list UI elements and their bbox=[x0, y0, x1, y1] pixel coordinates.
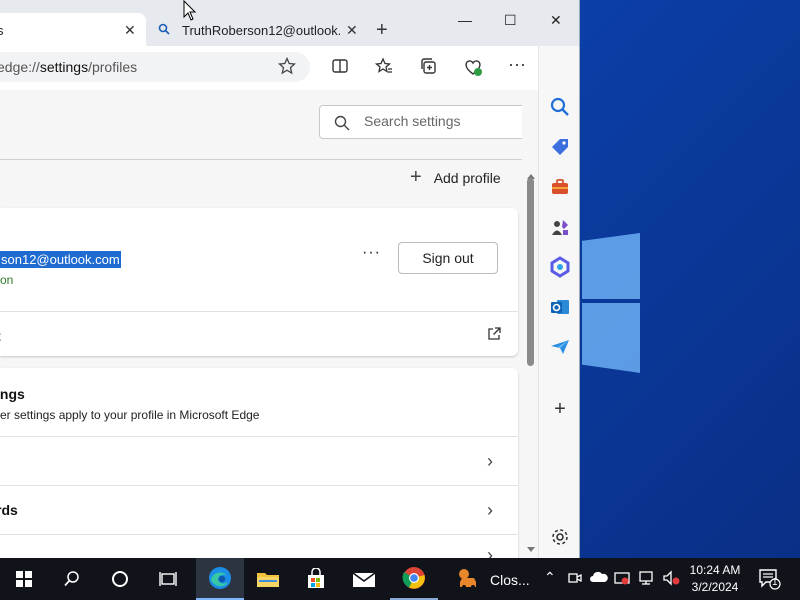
url-path: /profiles bbox=[88, 59, 138, 75]
page-scrollbar[interactable] bbox=[522, 90, 538, 558]
add-profile-label: Add profile bbox=[433, 169, 501, 186]
close-window-button[interactable]: ✕ bbox=[550, 12, 562, 29]
network-icon[interactable] bbox=[638, 570, 654, 586]
split-screen-icon[interactable] bbox=[331, 57, 349, 75]
tools-icon[interactable] bbox=[549, 176, 571, 198]
cortana-button[interactable] bbox=[96, 558, 144, 600]
mail-icon bbox=[352, 572, 376, 587]
plus-icon: + bbox=[410, 166, 422, 188]
search-icon[interactable] bbox=[549, 96, 571, 118]
windows-logo bbox=[582, 225, 642, 375]
favorite-star-icon[interactable] bbox=[278, 57, 296, 75]
scroll-down-arrow[interactable] bbox=[527, 547, 535, 552]
profile-settings-subtitle: er settings apply to your profile in Mic… bbox=[0, 408, 260, 422]
onedrive-icon[interactable] bbox=[590, 570, 608, 584]
new-tab-button[interactable]: + bbox=[376, 19, 388, 42]
add-sidebar-app-icon[interactable]: + bbox=[549, 398, 571, 420]
manage-account-link[interactable]: t bbox=[0, 328, 1, 344]
taskbar-store-button[interactable] bbox=[292, 558, 340, 600]
scroll-thumb[interactable] bbox=[527, 178, 534, 366]
search-icon bbox=[64, 571, 79, 587]
search-icon bbox=[158, 23, 170, 35]
tab-label: TruthRoberson12@outlook.com bbox=[182, 23, 340, 38]
store-icon bbox=[308, 568, 324, 588]
profile-settings-card: ings er settings apply to your profile i… bbox=[0, 368, 518, 558]
taskbar-search-button[interactable] bbox=[48, 558, 96, 600]
collections-icon[interactable] bbox=[419, 57, 437, 75]
url-host: settings bbox=[39, 59, 89, 75]
windows-start-icon bbox=[16, 571, 32, 587]
clock-time: 10:24 AM bbox=[689, 563, 741, 577]
volume-muted-icon[interactable] bbox=[662, 570, 680, 586]
search-input[interactable] bbox=[364, 113, 514, 129]
taskbar-app-label[interactable]: Clos... bbox=[490, 572, 530, 588]
notification-count: 1 bbox=[772, 577, 778, 588]
sign-out-button[interactable]: Sign out bbox=[398, 242, 498, 274]
taskbar-mail-button[interactable] bbox=[340, 558, 388, 600]
settings-row[interactable]: › bbox=[0, 534, 518, 558]
task-view-button[interactable] bbox=[144, 558, 192, 600]
settings-row-passwords[interactable]: rds › bbox=[0, 485, 518, 534]
maximize-button[interactable]: ☐ bbox=[504, 12, 517, 29]
cortana-icon bbox=[112, 571, 128, 587]
games-icon[interactable] bbox=[549, 216, 571, 238]
search-icon bbox=[334, 115, 350, 131]
chevron-right-icon: › bbox=[487, 500, 493, 520]
address-url: edge://settings/profiles bbox=[0, 59, 137, 75]
taskbar-chrome-button[interactable] bbox=[390, 558, 438, 600]
taskbar-file-explorer-button[interactable] bbox=[244, 558, 292, 600]
folder-icon bbox=[257, 573, 279, 587]
edge-icon bbox=[209, 567, 231, 589]
tab-close-icon[interactable]: ✕ bbox=[124, 22, 136, 39]
car-warning-icon bbox=[459, 569, 476, 589]
edge-browser-window: s ✕ TruthRoberson12@outlook.com ✕ + — ☐ … bbox=[0, 0, 580, 558]
tab-label: s bbox=[0, 23, 4, 38]
taskbar-edge-button[interactable] bbox=[196, 558, 244, 600]
divider bbox=[0, 311, 518, 312]
chevron-right-icon: › bbox=[487, 451, 493, 471]
tab-bar: s ✕ TruthRoberson12@outlook.com ✕ + — ☐ … bbox=[0, 0, 579, 47]
profile-more-options-button[interactable]: ··· bbox=[362, 244, 381, 262]
settings-more-icon[interactable]: ··· bbox=[508, 54, 526, 75]
chevron-up-icon[interactable]: ⌃ bbox=[544, 569, 556, 586]
external-link-icon[interactable] bbox=[486, 326, 502, 342]
notification-center-button[interactable]: 1 bbox=[758, 568, 782, 595]
settings-header bbox=[0, 90, 538, 160]
task-view-icon bbox=[159, 572, 177, 586]
favorites-icon[interactable] bbox=[375, 57, 393, 75]
taskbar-app-button[interactable] bbox=[444, 558, 492, 600]
notification-icon bbox=[759, 569, 781, 590]
edge-sidebar: + bbox=[538, 46, 579, 558]
system-clock[interactable]: 10:24 AM 3/2/2024 bbox=[688, 562, 742, 596]
meet-now-icon[interactable] bbox=[568, 570, 582, 586]
address-bar[interactable]: edge://settings/profiles bbox=[0, 52, 310, 82]
chevron-right-icon: › bbox=[487, 545, 493, 558]
security-icon[interactable] bbox=[614, 570, 630, 586]
settings-row[interactable]: › bbox=[0, 436, 518, 485]
browser-toolbar: edge://settings/profiles ··· bbox=[0, 46, 579, 90]
profile-card: l son12@outlook.com on ··· Sign out t bbox=[0, 208, 518, 356]
search-settings-box[interactable] bbox=[319, 105, 526, 139]
gear-icon[interactable] bbox=[549, 526, 571, 548]
clock-date: 3/2/2024 bbox=[691, 580, 739, 594]
add-profile-button[interactable]: + Add profile bbox=[410, 166, 501, 189]
drop-send-icon[interactable] bbox=[549, 336, 571, 358]
minimize-button[interactable]: — bbox=[458, 12, 472, 28]
microsoft-365-icon[interactable] bbox=[549, 256, 571, 278]
profile-settings-title: ings bbox=[0, 386, 25, 402]
mouse-cursor-icon bbox=[183, 0, 197, 21]
url-scheme: edge:// bbox=[0, 59, 40, 75]
settings-page: + Add profile l son12@outlook.com on ···… bbox=[0, 90, 538, 558]
profile-email: son12@outlook.com bbox=[0, 251, 121, 268]
tab-close-icon[interactable]: ✕ bbox=[346, 22, 358, 39]
browser-essentials-icon[interactable] bbox=[463, 57, 483, 77]
shopping-tag-icon[interactable] bbox=[549, 136, 571, 158]
tab-settings[interactable]: s ✕ bbox=[0, 13, 146, 47]
windows-taskbar: Clos... ⌃ 10:24 AM 3/2/2024 1 bbox=[0, 558, 800, 600]
start-button[interactable] bbox=[0, 558, 48, 600]
settings-row-label: rds bbox=[0, 502, 18, 518]
outlook-icon[interactable] bbox=[549, 296, 571, 318]
chrome-icon bbox=[402, 567, 425, 589]
sync-status: on bbox=[0, 273, 14, 287]
